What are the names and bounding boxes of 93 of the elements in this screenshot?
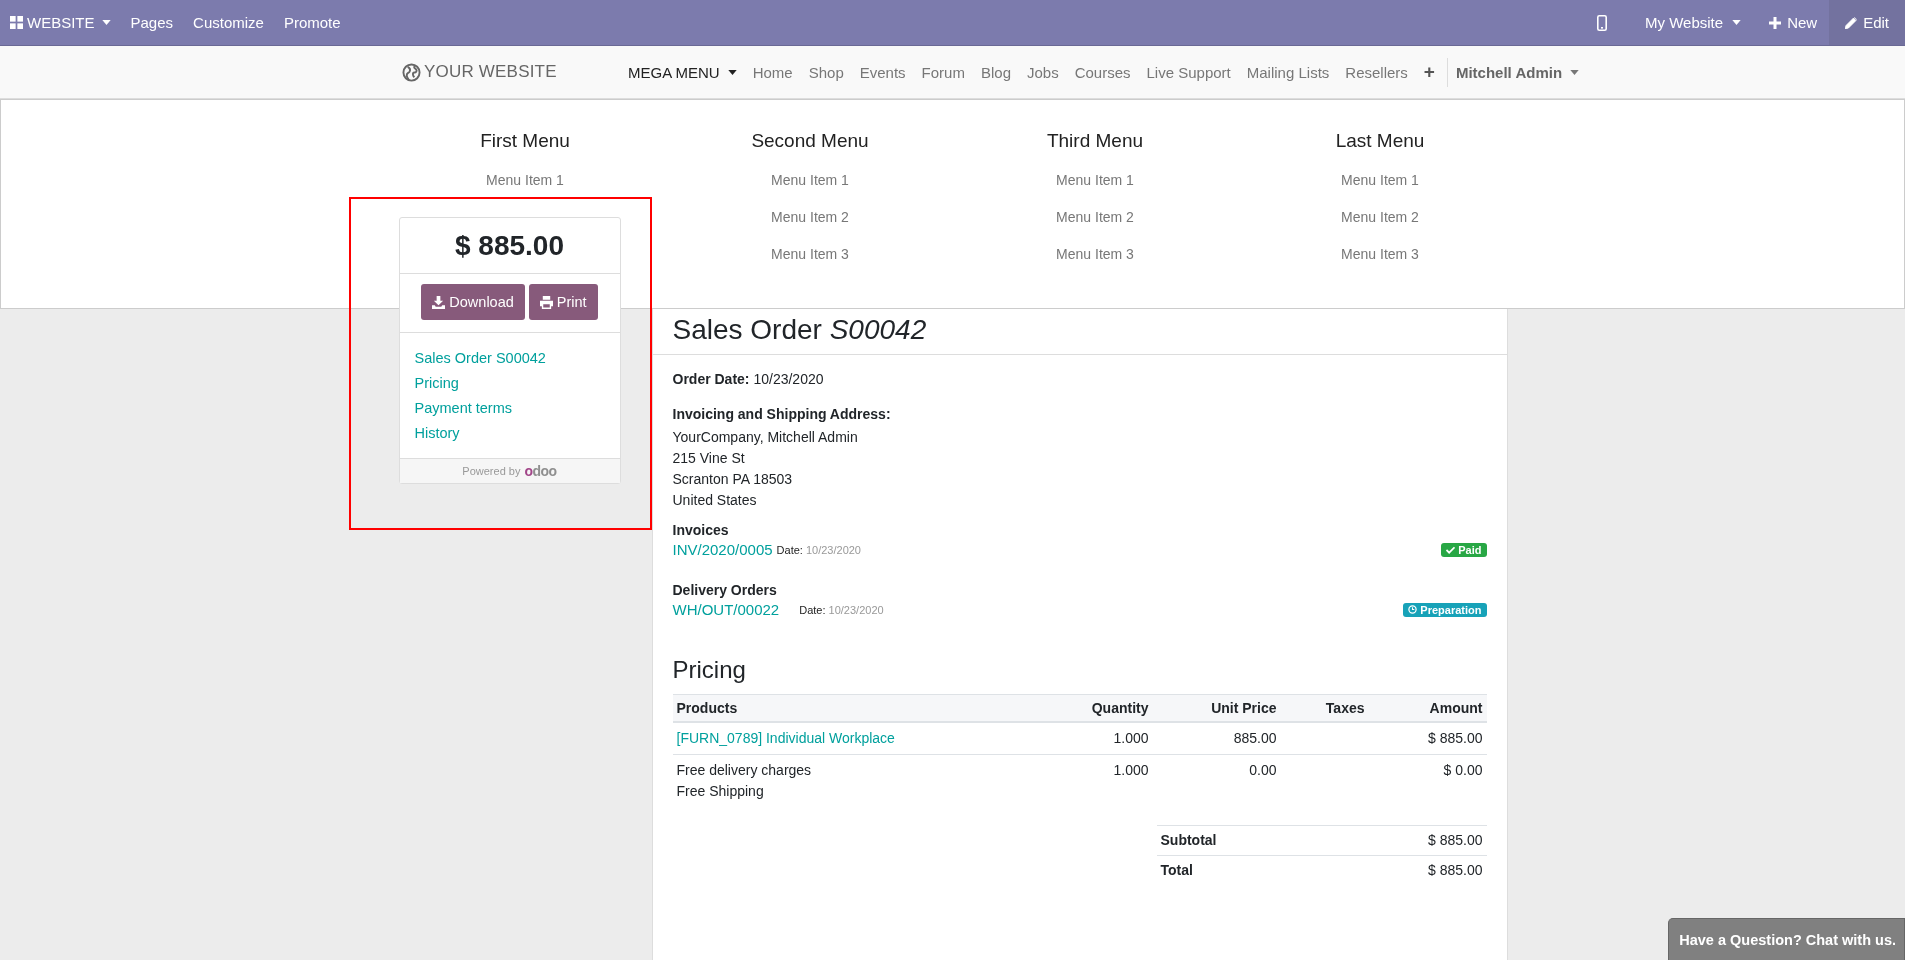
- total-label: Total: [1156, 855, 1324, 885]
- caret-icon: [101, 20, 111, 25]
- menu-item[interactable]: Menu Item 2: [1341, 199, 1419, 236]
- nav-link[interactable]: Events: [851, 57, 914, 87]
- product-link[interactable]: [FURN_0789] Individual Workplace: [676, 728, 895, 749]
- edit-button[interactable]: Edit: [1829, 0, 1905, 45]
- menu-item[interactable]: Menu Item 2: [771, 199, 849, 236]
- nav-link[interactable]: Resellers: [1337, 57, 1416, 87]
- address-line: United States: [672, 491, 757, 510]
- menu-item[interactable]: Menu Item 1: [1056, 162, 1134, 199]
- download-button[interactable]: Download: [421, 284, 525, 320]
- menu-item[interactable]: Menu Item 1: [486, 162, 564, 199]
- address-line: YourCompany, Mitchell Admin: [672, 428, 858, 447]
- column-header: Taxes: [1280, 694, 1369, 722]
- nav-link[interactable]: Blog: [972, 57, 1019, 87]
- table-cell: 0.00: [1152, 754, 1281, 807]
- total-label: Subtotal: [1156, 825, 1324, 856]
- menu-item[interactable]: Menu Item 2: [1056, 199, 1134, 236]
- total-value: $ 885.00: [1323, 855, 1487, 885]
- order-title: Sales Order S00042: [672, 314, 928, 346]
- menu-link[interactable]: Pages: [120, 0, 184, 45]
- menu-heading: Second Menu: [751, 130, 869, 152]
- menu-item[interactable]: Menu Item 1: [771, 162, 849, 199]
- document-date: Date: 10/23/2020: [776, 543, 861, 556]
- site-logo[interactable]: YOUR WEBSITE: [402, 62, 620, 82]
- new-button[interactable]: New: [1757, 0, 1830, 45]
- pencil-icon: [1845, 16, 1858, 29]
- document-link[interactable]: INV/2020/0005: [672, 541, 773, 558]
- nav-link[interactable]: Forum: [913, 57, 973, 87]
- app-menu[interactable]: WEBSITE: [0, 0, 121, 45]
- total-value: $ 885.00: [1323, 825, 1487, 856]
- add-menu-button[interactable]: +: [1415, 59, 1443, 85]
- website-switcher[interactable]: My Website: [1629, 0, 1758, 45]
- menu-heading: Third Menu: [1046, 130, 1144, 152]
- app-name: WEBSITE: [27, 14, 95, 31]
- grid-icon: [10, 16, 23, 29]
- table-cell: $ 885.00: [1368, 722, 1487, 755]
- document-link[interactable]: WH/OUT/00022: [672, 601, 780, 618]
- column-header: Unit Price: [1152, 694, 1281, 722]
- caret-icon: [1732, 20, 1742, 25]
- total-amount: $ 885.00: [399, 218, 620, 274]
- nav-link[interactable]: Shop: [800, 57, 852, 87]
- product-name: Free delivery charges: [676, 761, 812, 780]
- nav-link[interactable]: Pricing: [414, 371, 459, 396]
- printer-icon: [539, 295, 553, 309]
- menu-heading: First Menu: [480, 130, 570, 152]
- download-icon: [432, 295, 446, 309]
- column-header: Quantity: [1030, 694, 1153, 722]
- nav-link[interactable]: History: [414, 421, 460, 446]
- menu-item[interactable]: Menu Item 1: [1341, 162, 1419, 199]
- menu-link[interactable]: Customize: [183, 0, 274, 45]
- nav-link[interactable]: Payment terms: [414, 396, 512, 421]
- user-menu[interactable]: Mitchell Admin: [1446, 57, 1588, 87]
- section-title: Invoices: [672, 521, 730, 540]
- nav-link[interactable]: Jobs: [1019, 57, 1067, 87]
- table-cell: 1.000: [1030, 722, 1153, 755]
- plus-icon: [1769, 16, 1782, 29]
- powered-by-text: Powered by: [462, 465, 521, 477]
- table-cell: $ 0.00: [1368, 754, 1487, 807]
- clock-icon: [1408, 605, 1418, 614]
- nav-link[interactable]: Mailing Lists: [1238, 57, 1338, 87]
- odoo-logo: odoo: [524, 463, 557, 479]
- nav-link[interactable]: Live Support: [1138, 57, 1239, 87]
- chat-button[interactable]: Have a Question? Chat with us.: [1668, 918, 1905, 960]
- nav-link[interactable]: Home: [744, 57, 801, 87]
- status-badge: Preparation: [1403, 602, 1487, 617]
- caret-icon: [1570, 69, 1580, 75]
- table-cell: 1.000: [1030, 754, 1153, 807]
- address-line: 215 Vine St: [672, 449, 745, 468]
- phone-icon: [1597, 14, 1608, 31]
- menu-heading: Last Menu: [1335, 130, 1425, 152]
- address-line: Scranton PA 18503: [672, 470, 793, 489]
- check-icon: [1446, 545, 1456, 554]
- table-cell: 885.00: [1152, 722, 1281, 755]
- product-name: Free Shipping: [676, 782, 764, 801]
- menu-item[interactable]: Menu Item 3: [1056, 236, 1134, 273]
- column-header: Amount: [1368, 694, 1487, 722]
- nav-dropdown[interactable]: MEGA MENU: [620, 57, 745, 87]
- caret-icon: [727, 69, 737, 75]
- status-badge: Paid: [1441, 542, 1487, 557]
- menu-link[interactable]: Promote: [273, 0, 351, 45]
- globe-icon: [402, 62, 421, 82]
- nav-link[interactable]: Sales Order S00042: [414, 346, 546, 371]
- address-label: Invoicing and Shipping Address:: [672, 405, 891, 424]
- column-header: Products: [672, 694, 1031, 722]
- section-heading: Pricing: [672, 656, 747, 684]
- section-title: Delivery Orders: [672, 581, 778, 600]
- nav-link[interactable]: Courses: [1066, 57, 1139, 87]
- print-button[interactable]: Print: [528, 284, 598, 320]
- document-date: Date: 10/23/2020: [799, 603, 884, 616]
- menu-item[interactable]: Menu Item 3: [1341, 236, 1419, 273]
- menu-item[interactable]: Menu Item 3: [771, 236, 849, 273]
- order-date: Order Date: 10/23/2020: [672, 370, 825, 389]
